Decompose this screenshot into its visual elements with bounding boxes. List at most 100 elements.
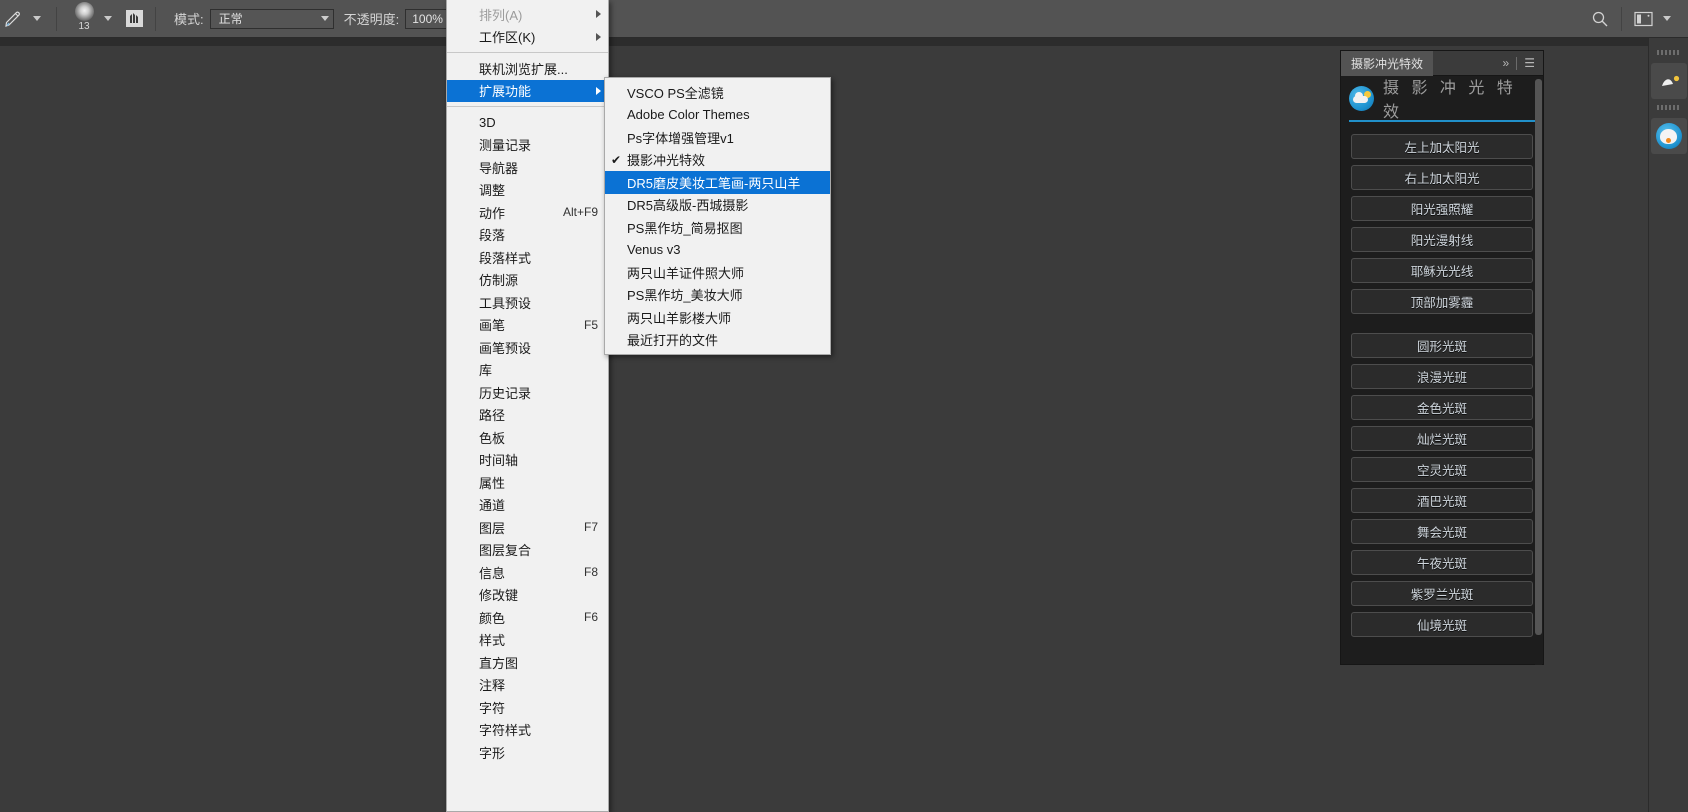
window-menu-item-label: 调整	[479, 180, 505, 199]
extension-submenu-item[interactable]: VSCO PS全滤镜	[605, 81, 830, 104]
window-menu-item-label: 字符样式	[479, 720, 531, 739]
mode-label: 模式:	[174, 9, 204, 28]
window-menu-item[interactable]: 仿制源	[447, 269, 608, 292]
window-menu-item[interactable]: 测量记录	[447, 134, 608, 157]
window-menu-item[interactable]: 注释	[447, 674, 608, 697]
window-menu-item-label: 段落	[479, 225, 505, 244]
extension-submenu-item[interactable]: 最近打开的文件	[605, 329, 830, 352]
extension-submenu-item[interactable]: ✔摄影冲光特效	[605, 149, 830, 172]
window-menu-item[interactable]: 导航器	[447, 156, 608, 179]
extension-submenu-item-label: 最近打开的文件	[627, 330, 718, 349]
window-menu-item[interactable]: 字形	[447, 741, 608, 764]
extension-submenu-item[interactable]: 两只山羊影楼大师	[605, 306, 830, 329]
effect-button[interactable]: 灿烂光斑	[1351, 426, 1533, 451]
effect-button[interactable]: 阳光强照耀	[1351, 196, 1533, 221]
window-menu-item[interactable]: 直方图	[447, 651, 608, 674]
window-menu-item[interactable]: 工具预设	[447, 291, 608, 314]
extension-submenu-item-label: Ps字体增强管理v1	[627, 128, 734, 147]
menu-separator	[447, 106, 608, 107]
extension-submenu-item[interactable]: Ps字体增强管理v1	[605, 126, 830, 149]
window-menu-item[interactable]: 色板	[447, 426, 608, 449]
window-menu-item[interactable]: 样式	[447, 629, 608, 652]
tab-photo-light-effects[interactable]: 摄影冲光特效	[1341, 51, 1433, 76]
effect-button[interactable]: 耶稣光光线	[1351, 258, 1533, 283]
effect-button[interactable]: 舞会光斑	[1351, 519, 1533, 544]
window-menu-item[interactable]: 3D	[447, 111, 608, 134]
brush-preset-icon: 13	[71, 4, 97, 34]
window-menu-item[interactable]: 联机浏览扩展...	[447, 57, 608, 80]
window-menu-item[interactable]: 画笔预设	[447, 336, 608, 359]
window-menu-item-label: 时间轴	[479, 450, 518, 469]
extension-submenu-item-label: DR5高级版-西城摄影	[627, 195, 748, 214]
effect-group-sunlight: 左上加太阳光右上加太阳光阳光强照耀阳光漫射线耶稣光光线顶部加雾霾	[1351, 134, 1533, 314]
window-menu-item[interactable]: 通道	[447, 494, 608, 517]
extension-submenu-item[interactable]: PS黑作坊_美妆大师	[605, 284, 830, 307]
extension-panel-title: 摄 影 冲 光 特 效	[1383, 74, 1535, 122]
divider	[56, 7, 57, 31]
blend-mode-select[interactable]: 正常	[210, 9, 334, 29]
tool-preset-chevron-down-icon[interactable]	[26, 0, 48, 38]
effect-button[interactable]: 圆形光斑	[1351, 333, 1533, 358]
effect-button-label: 紫罗兰光斑	[1411, 584, 1474, 603]
lighting-effects-rail-button[interactable]	[1651, 63, 1687, 99]
brush-panel-icon[interactable]	[121, 6, 147, 32]
window-menu-item[interactable]: 字符样式	[447, 719, 608, 742]
window-menu-item[interactable]: 历史记录	[447, 381, 608, 404]
window-menu-item[interactable]: 调整	[447, 179, 608, 202]
rail-grip-2[interactable]	[1657, 105, 1681, 110]
effect-button[interactable]: 阳光漫射线	[1351, 227, 1533, 252]
extension-submenu-item[interactable]: Adobe Color Themes	[605, 104, 830, 127]
tool-preset-picker[interactable]	[0, 0, 48, 38]
effect-button[interactable]: 金色光斑	[1351, 395, 1533, 420]
options-bar: 13 模式: 正常 不透明度: 100%	[0, 0, 1688, 38]
window-menu-item[interactable]: 段落	[447, 224, 608, 247]
extension-panel-scrollbar-thumb[interactable]	[1535, 79, 1542, 635]
workspace-switcher-icon[interactable]	[1630, 6, 1656, 32]
window-menu-item-label: 路径	[479, 405, 505, 424]
extension-submenu-item[interactable]: 两只山羊证件照大师	[605, 261, 830, 284]
search-icon[interactable]	[1587, 6, 1613, 32]
hamburger-menu-icon[interactable]: ☰	[1524, 56, 1535, 70]
window-menu-item[interactable]: 段落样式	[447, 246, 608, 269]
extension-submenu-item-label: DR5磨皮美妆工笔画-两只山羊	[627, 173, 800, 192]
workspace-chevron-down-icon[interactable]	[1656, 0, 1678, 38]
window-menu-item[interactable]: 路径	[447, 404, 608, 427]
window-menu-item[interactable]: 属性	[447, 471, 608, 494]
effect-button[interactable]: 右上加太阳光	[1351, 165, 1533, 190]
effect-button[interactable]: 紫罗兰光斑	[1351, 581, 1533, 606]
extension-submenu-item[interactable]: DR5磨皮美妆工笔画-两只山羊	[605, 171, 830, 194]
divider	[1621, 7, 1622, 31]
window-menu-item[interactable]: 字符	[447, 696, 608, 719]
brush-preset-chevron-down-icon[interactable]	[97, 0, 119, 38]
brush-preset-picker[interactable]: 13	[65, 0, 119, 38]
window-menu-item[interactable]: 信息F8	[447, 561, 608, 584]
window-menu-item[interactable]: 颜色F6	[447, 606, 608, 629]
effect-button[interactable]: 仙境光斑	[1351, 612, 1533, 637]
window-menu-item[interactable]: 工作区(K)	[447, 26, 608, 49]
effect-button[interactable]: 浪漫光班	[1351, 364, 1533, 389]
window-menu-item[interactable]: 图层复合	[447, 539, 608, 562]
extension-rail-button[interactable]	[1651, 118, 1687, 154]
effect-button-label: 金色光斑	[1417, 398, 1467, 417]
double-chevron-right-icon[interactable]: »	[1503, 56, 1510, 70]
window-menu-item[interactable]: 扩展功能	[447, 80, 608, 103]
window-menu-item[interactable]: 动作Alt+F9	[447, 201, 608, 224]
window-menu-item-label: 动作	[479, 203, 505, 222]
effect-button[interactable]: 左上加太阳光	[1351, 134, 1533, 159]
window-menu-item[interactable]: 图层F7	[447, 516, 608, 539]
extension-submenu-item[interactable]: PS黑作坊_简易抠图	[605, 216, 830, 239]
effect-button[interactable]: 午夜光斑	[1351, 550, 1533, 575]
effect-button[interactable]: 空灵光斑	[1351, 457, 1533, 482]
rail-grip-1[interactable]	[1657, 50, 1681, 55]
effect-button[interactable]: 酒巴光斑	[1351, 488, 1533, 513]
window-menu-item[interactable]: 修改键	[447, 584, 608, 607]
window-menu-item-label: 工作区(K)	[479, 27, 535, 46]
extension-submenu-item[interactable]: Venus v3	[605, 239, 830, 262]
window-menu-item-label: 排列(A)	[479, 5, 522, 24]
extension-panel-tabbar: 摄影冲光特效 » ☰	[1341, 51, 1543, 76]
window-menu-item[interactable]: 库	[447, 359, 608, 382]
window-menu-item[interactable]: 画笔F5	[447, 314, 608, 337]
extension-submenu-item[interactable]: DR5高级版-西城摄影	[605, 194, 830, 217]
effect-button[interactable]: 顶部加雾霾	[1351, 289, 1533, 314]
window-menu-item[interactable]: 时间轴	[447, 449, 608, 472]
